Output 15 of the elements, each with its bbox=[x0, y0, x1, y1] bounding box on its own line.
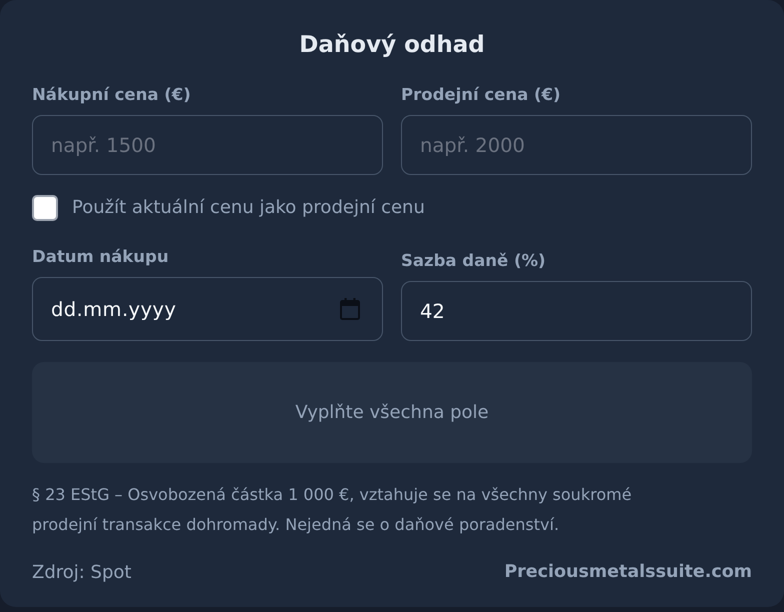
input-field[interactable]: 42 bbox=[401, 281, 752, 341]
form-title: Daňový odhad bbox=[298, 31, 486, 59]
field-label: Datum nákupu bbox=[32, 246, 170, 268]
source-label: Zdroj: Spot bbox=[32, 562, 132, 582]
website-link[interactable]: Preciousmetalssuite.com bbox=[504, 562, 752, 582]
field-label: Prodejní cena (€) bbox=[401, 84, 562, 106]
date-field[interactable]: dd.mm.yyyy bbox=[32, 277, 383, 341]
checkbox-label[interactable]: Použít aktuální cenu jako prodejní cenu bbox=[72, 196, 425, 220]
field-label: Sazba daně (%) bbox=[401, 250, 547, 272]
input-field[interactable]: např. 2000 bbox=[401, 115, 752, 175]
checkbox[interactable] bbox=[32, 195, 58, 221]
input-field[interactable]: např. 1500 bbox=[32, 115, 383, 175]
disclaimer-text: § 23 EStG – Osvobozená částka 1 000 €, vztahuje se na všechny soukromé prodejní transakce dohromady. Nejedná se o daňové poradenství. bbox=[32, 484, 633, 536]
result-message: Vyplňte všechna pole bbox=[295, 402, 489, 423]
field-label: Nákupní cena (€) bbox=[32, 84, 192, 106]
